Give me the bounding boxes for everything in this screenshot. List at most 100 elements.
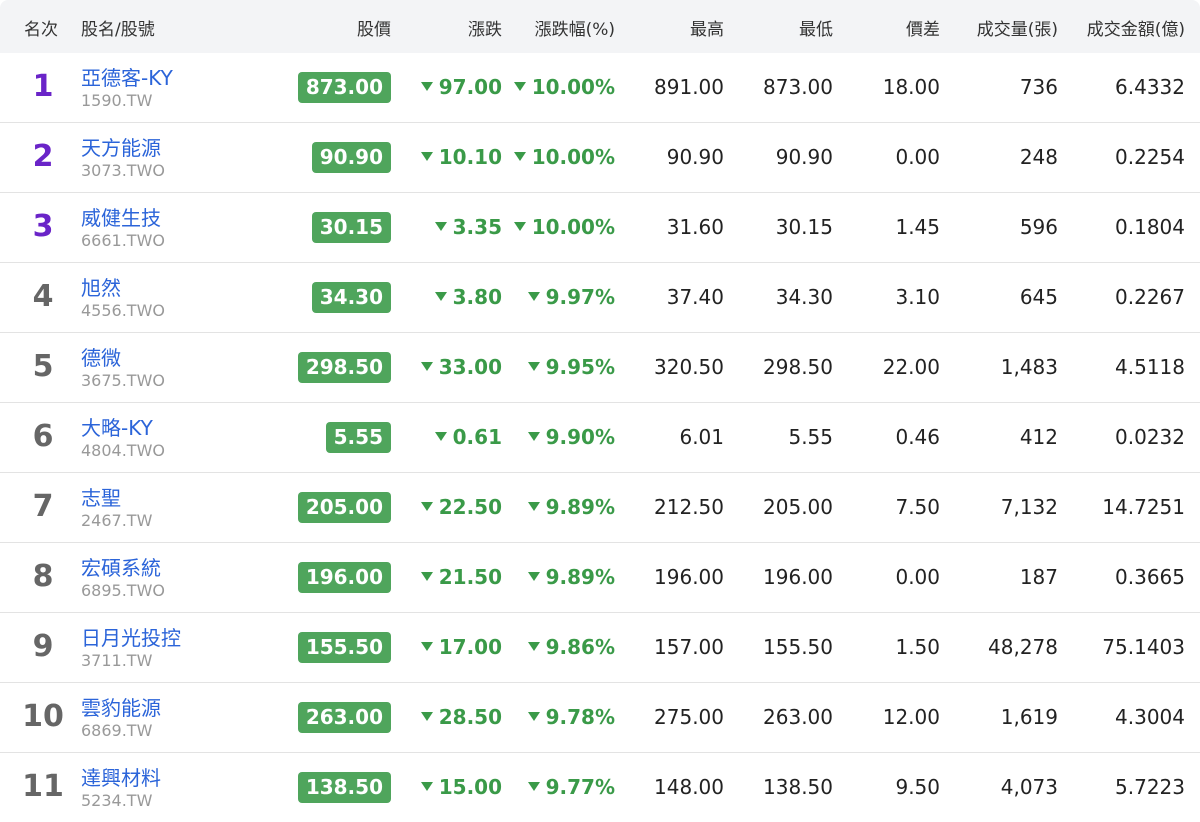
low-price: 90.90	[775, 145, 833, 169]
change-percent-text: 9.86%	[545, 635, 615, 659]
price-spread: 0.46	[895, 425, 940, 449]
change-value: 28.50	[420, 705, 502, 729]
change-percent: 9.78%	[527, 705, 615, 729]
table-row[interactable]: 2 天方能源 3073.TWO 90.90 10.10 10.00% 90.90…	[0, 123, 1200, 193]
header-low[interactable]: 最低	[799, 15, 833, 40]
table-row[interactable]: 11 達興材料 5234.TW 138.50 15.00 9.77% 148.0…	[0, 753, 1200, 822]
table-row[interactable]: 5 德微 3675.TWO 298.50 33.00 9.95% 320.50 …	[0, 333, 1200, 403]
rank-number: 11	[22, 769, 64, 804]
volume: 1,483	[1000, 355, 1058, 379]
volume: 596	[1019, 215, 1058, 239]
change-value: 15.00	[420, 775, 502, 799]
down-triangle-icon	[527, 502, 540, 511]
header-price[interactable]: 股價	[357, 15, 391, 40]
change-text: 10.10	[438, 145, 502, 169]
low-price: 5.55	[788, 425, 833, 449]
header-change-pct[interactable]: 漲跌幅(%)	[535, 15, 615, 40]
down-triangle-icon	[420, 712, 433, 721]
rank-number: 5	[32, 349, 54, 384]
table-row[interactable]: 9 日月光投控 3711.TW 155.50 17.00 9.86% 157.0…	[0, 613, 1200, 683]
stock-name-link[interactable]: 天方能源	[81, 132, 161, 161]
change-percent: 9.90%	[527, 425, 615, 449]
stock-name-link[interactable]: 日月光投控	[81, 622, 181, 651]
price-badge: 263.00	[297, 702, 391, 733]
volume: 1,619	[1000, 705, 1058, 729]
stock-name-link[interactable]: 大略-KY	[81, 412, 153, 441]
stock-name-link[interactable]: 德微	[81, 342, 121, 371]
low-price: 138.50	[763, 775, 833, 799]
stock-name-link[interactable]: 威健生技	[81, 202, 161, 231]
change-text: 0.61	[452, 425, 502, 449]
header-change[interactable]: 漲跌	[468, 15, 502, 40]
low-price: 196.00	[763, 565, 833, 589]
low-price: 873.00	[763, 75, 833, 99]
rank-number: 1	[32, 69, 54, 104]
table-row[interactable]: 3 威健生技 6661.TWO 30.15 3.35 10.00% 31.60 …	[0, 193, 1200, 263]
price-spread: 1.45	[895, 215, 940, 239]
down-triangle-icon	[527, 712, 540, 721]
change-percent: 10.00%	[513, 145, 615, 169]
change-value: 33.00	[420, 355, 502, 379]
stock-code: 1590.TW	[81, 91, 153, 110]
stock-code: 3675.TWO	[81, 371, 165, 390]
change-value: 17.00	[420, 635, 502, 659]
volume: 4,073	[1000, 775, 1058, 799]
table-header: 名次 股名/股號 股價 漲跌 漲跌幅(%) 最高 最低 價差 成交量(張) 成交…	[0, 0, 1200, 53]
high-price: 157.00	[654, 635, 724, 659]
table-row[interactable]: 10 雲豹能源 6869.TW 263.00 28.50 9.78% 275.0…	[0, 683, 1200, 753]
stock-name-link[interactable]: 雲豹能源	[81, 692, 161, 721]
table-row[interactable]: 6 大略-KY 4804.TWO 5.55 0.61 9.90% 6.01 5.…	[0, 403, 1200, 473]
change-percent-text: 10.00%	[531, 145, 615, 169]
change-text: 21.50	[438, 565, 502, 589]
header-amount[interactable]: 成交金額(億)	[1087, 15, 1185, 40]
volume: 248	[1019, 145, 1058, 169]
price-spread: 0.00	[895, 565, 940, 589]
change-percent-text: 9.89%	[545, 565, 615, 589]
header-high[interactable]: 最高	[690, 15, 724, 40]
down-triangle-icon	[513, 82, 526, 91]
table-row[interactable]: 7 志聖 2467.TW 205.00 22.50 9.89% 212.50 2…	[0, 473, 1200, 543]
low-price: 30.15	[775, 215, 833, 239]
change-percent: 9.97%	[527, 285, 615, 309]
low-price: 34.30	[775, 285, 833, 309]
stock-name-link[interactable]: 志聖	[81, 482, 121, 511]
low-price: 263.00	[763, 705, 833, 729]
ranking-table: 名次 股名/股號 股價 漲跌 漲跌幅(%) 最高 最低 價差 成交量(張) 成交…	[0, 0, 1200, 822]
stock-code: 6895.TWO	[81, 581, 165, 600]
down-triangle-icon	[527, 432, 540, 441]
change-percent-text: 9.97%	[545, 285, 615, 309]
down-triangle-icon	[513, 152, 526, 161]
trade-amount: 5.7223	[1115, 775, 1185, 799]
price-spread: 9.50	[895, 775, 940, 799]
header-rank[interactable]: 名次	[24, 15, 58, 40]
header-spread[interactable]: 價差	[906, 15, 940, 40]
high-price: 320.50	[654, 355, 724, 379]
header-volume[interactable]: 成交量(張)	[977, 15, 1058, 40]
rank-number: 8	[32, 559, 54, 594]
stock-name-link[interactable]: 達興材料	[81, 762, 161, 791]
stock-name-link[interactable]: 亞德客-KY	[81, 62, 173, 91]
rank-number: 4	[32, 279, 54, 314]
table-row[interactable]: 4 旭然 4556.TWO 34.30 3.80 9.97% 37.40 34.…	[0, 263, 1200, 333]
change-percent-text: 9.90%	[545, 425, 615, 449]
down-triangle-icon	[420, 82, 433, 91]
change-text: 28.50	[438, 705, 502, 729]
change-percent: 9.89%	[527, 495, 615, 519]
change-percent: 10.00%	[513, 215, 615, 239]
header-name[interactable]: 股名/股號	[81, 15, 155, 40]
stock-code: 2467.TW	[81, 511, 153, 530]
stock-name-link[interactable]: 旭然	[81, 272, 121, 301]
price-badge: 873.00	[297, 72, 391, 103]
price-spread: 1.50	[895, 635, 940, 659]
price-badge: 90.90	[311, 142, 391, 173]
trade-amount: 14.7251	[1102, 495, 1185, 519]
low-price: 205.00	[763, 495, 833, 519]
change-text: 97.00	[438, 75, 502, 99]
stock-name-link[interactable]: 宏碩系統	[81, 552, 161, 581]
down-triangle-icon	[527, 572, 540, 581]
table-row[interactable]: 8 宏碩系統 6895.TWO 196.00 21.50 9.89% 196.0…	[0, 543, 1200, 613]
table-row[interactable]: 1 亞德客-KY 1590.TW 873.00 97.00 10.00% 891…	[0, 53, 1200, 123]
rank-number: 10	[22, 699, 64, 734]
volume: 7,132	[1000, 495, 1058, 519]
rank-number: 6	[32, 419, 54, 454]
